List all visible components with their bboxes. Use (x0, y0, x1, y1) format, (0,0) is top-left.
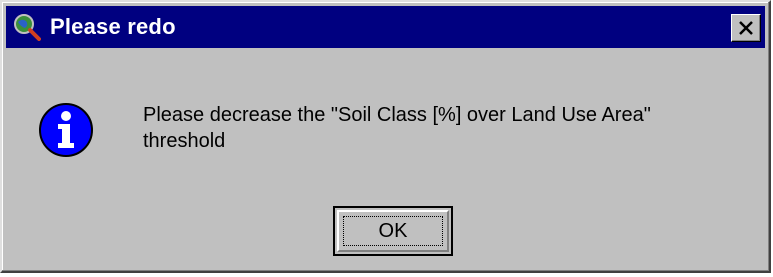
window-title: Please redo (50, 14, 176, 39)
globe-magnifier-icon (12, 12, 42, 42)
close-button[interactable] (731, 14, 761, 42)
message-dialog: Please redo Please decrease the "Soil Cl… (0, 0, 771, 273)
title-bar[interactable]: Please redo (6, 6, 765, 48)
close-icon (739, 21, 753, 35)
ok-button-label: OK (378, 219, 408, 242)
message-text: Please decrease the "Soil Class [%] over… (143, 102, 743, 154)
message-line: threshold (143, 130, 226, 152)
ok-button[interactable]: OK (333, 206, 453, 256)
info-icon (39, 103, 93, 157)
message-line: Please decrease the "Soil Class [%] over… (143, 104, 651, 126)
